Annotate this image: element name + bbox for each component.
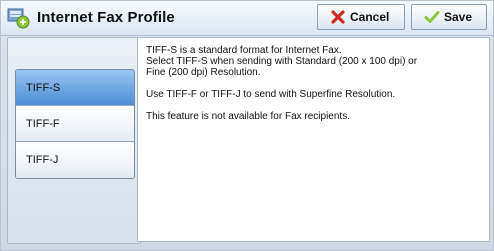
description-line: Select TIFF-S when sending with Standard… [146,56,418,67]
option-tiff-f[interactable]: TIFF-F [16,106,134,142]
cancel-button[interactable]: Cancel [317,4,405,30]
checkmark-icon [424,11,440,23]
description-line: This feature is not available for Fax re… [146,111,350,122]
internet-fax-profile-icon [7,7,31,29]
option-tiff-s[interactable]: TIFF-S [16,70,134,106]
dialog-window: Internet Fax Profile Cancel Save TIFF-S … [0,0,494,251]
save-button-label: Save [444,10,473,24]
cancel-button-label: Cancel [350,10,390,24]
option-label: TIFF-S [26,81,61,94]
tiff-format-selector: TIFF-S TIFF-F TIFF-J [15,69,135,179]
option-label: TIFF-J [26,154,59,166]
description-line: Fine (200 dpi) Resolution. [146,67,261,78]
option-tiff-j[interactable]: TIFF-J [16,142,134,178]
dialog-header: Internet Fax Profile Cancel Save [1,1,493,36]
save-button[interactable]: Save [411,4,487,30]
description-text: TIFF-S is a standard format for Internet… [146,45,481,133]
description-line: TIFF-S is a standard format for Internet… [146,45,342,56]
option-label: TIFF-F [26,117,60,130]
page-title: Internet Fax Profile [37,9,175,26]
close-icon [331,10,345,24]
description-line: Use TIFF-F or TIFF-J to send with Superf… [146,89,396,100]
description-panel: TIFF-S is a standard format for Internet… [137,37,490,242]
